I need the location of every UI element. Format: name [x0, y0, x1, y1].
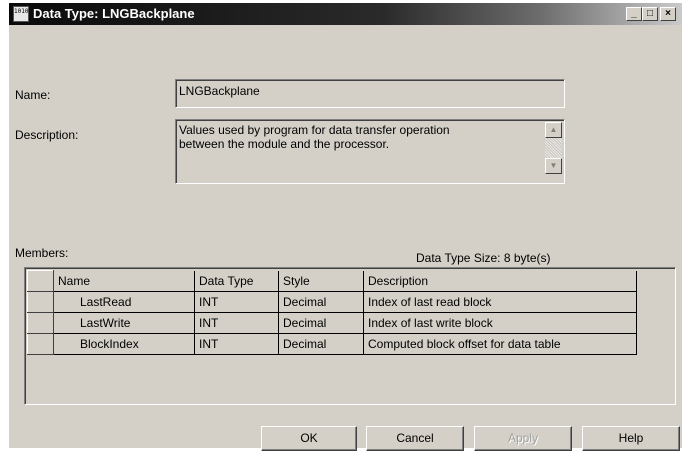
- title-bar[interactable]: 1010 Data Type: LNGBackplane _ □ ×: [9, 3, 682, 25]
- data-type-dialog: 1010 Data Type: LNGBackplane _ □ × Name:…: [8, 2, 682, 451]
- table-row[interactable]: LastWrite INT Decimal Index of last writ…: [27, 311, 637, 334]
- member-name[interactable]: LastRead: [53, 291, 195, 313]
- description-scrollbar[interactable]: ▲ ▼: [545, 122, 562, 174]
- member-data-type[interactable]: INT: [194, 291, 279, 313]
- row-selector[interactable]: [27, 290, 54, 313]
- close-button[interactable]: ×: [660, 7, 676, 21]
- minimize-button[interactable]: _: [626, 7, 642, 21]
- members-grid[interactable]: Name Data Type Style Description LastRea…: [24, 267, 676, 405]
- description-label: Description:: [15, 128, 79, 142]
- member-style[interactable]: Decimal: [278, 312, 364, 334]
- help-button[interactable]: Help: [582, 426, 680, 451]
- scroll-down-icon[interactable]: ▼: [545, 158, 562, 174]
- member-data-type[interactable]: INT: [194, 333, 279, 355]
- table-row[interactable]: LastRead INT Decimal Index of last read …: [27, 290, 637, 313]
- row-selector[interactable]: [27, 332, 54, 355]
- member-style[interactable]: Decimal: [278, 333, 364, 355]
- row-header-cell[interactable]: [27, 270, 54, 292]
- column-header-data-type[interactable]: Data Type: [194, 270, 279, 292]
- scroll-track[interactable]: [545, 138, 562, 158]
- name-field[interactable]: LNGBackplane: [175, 79, 565, 108]
- description-field[interactable]: Values used by program for data transfer…: [175, 119, 565, 184]
- apply-button[interactable]: Apply: [474, 426, 572, 451]
- member-description[interactable]: Index of last read block: [363, 291, 637, 313]
- member-description[interactable]: Index of last write block: [363, 312, 637, 334]
- description-value: Values used by program for data transfer…: [179, 123, 450, 151]
- name-label: Name:: [15, 88, 51, 102]
- data-type-size: Data Type Size: 8 byte(s): [416, 251, 551, 265]
- member-data-type[interactable]: INT: [194, 312, 279, 334]
- members-table: Name Data Type Style Description LastRea…: [27, 270, 637, 355]
- maximize-button[interactable]: □: [642, 7, 658, 21]
- window-title: Data Type: LNGBackplane: [33, 6, 195, 21]
- column-header-style[interactable]: Style: [278, 270, 364, 292]
- ok-button[interactable]: OK: [261, 426, 357, 451]
- members-header-row: Name Data Type Style Description: [27, 270, 637, 292]
- data-type-icon: 1010: [13, 6, 29, 22]
- row-selector[interactable]: [27, 311, 54, 334]
- cancel-button[interactable]: Cancel: [366, 426, 464, 451]
- table-row[interactable]: BlockIndex INT Decimal Computed block of…: [27, 332, 637, 355]
- member-description[interactable]: Computed block offset for data table: [363, 333, 637, 355]
- member-name[interactable]: LastWrite: [53, 312, 195, 334]
- column-header-description[interactable]: Description: [363, 270, 637, 292]
- members-label: Members:: [15, 246, 69, 260]
- column-header-name[interactable]: Name: [53, 270, 195, 292]
- scroll-up-icon[interactable]: ▲: [545, 122, 562, 138]
- member-name[interactable]: BlockIndex: [53, 333, 195, 355]
- member-style[interactable]: Decimal: [278, 291, 364, 313]
- name-value: LNGBackplane: [179, 84, 260, 98]
